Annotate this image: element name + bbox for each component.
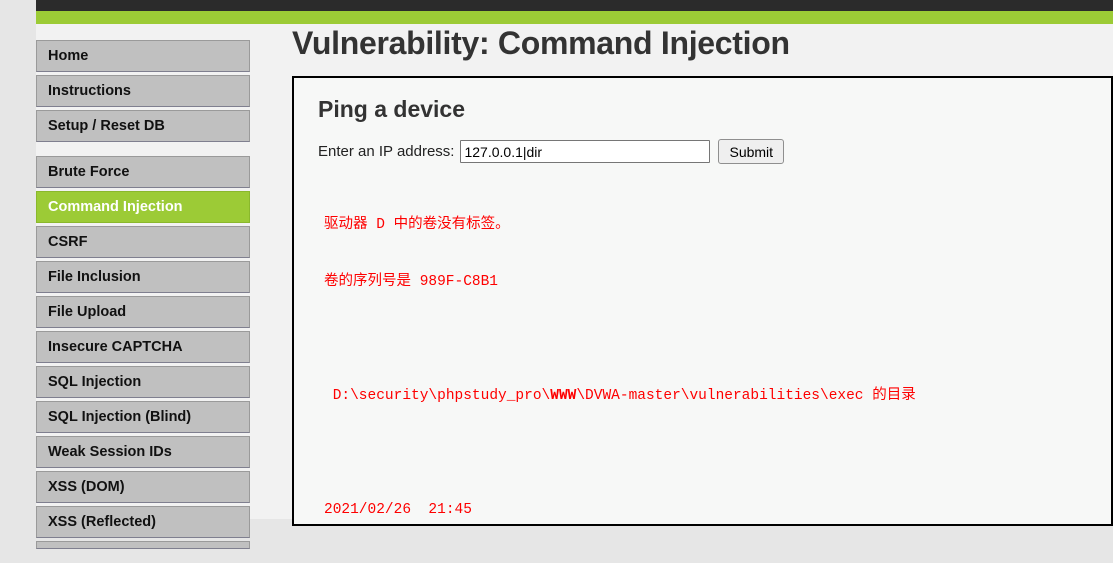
section-title: Ping a device <box>318 96 466 122</box>
path-www-segment: WWW <box>550 388 577 404</box>
sidebar-item-file-upload[interactable]: File Upload <box>36 296 250 328</box>
page-title: Vulnerability: Command Injection <box>292 25 790 61</box>
sidebar-item-partial[interactable] <box>36 541 250 549</box>
main-content: Vulnerability: Command Injection Ping a … <box>292 24 1113 526</box>
output-line-date-1: 2021/02/26 21:45 <box>324 502 472 518</box>
sidebar-item-xss-dom[interactable]: XSS (DOM) <box>36 471 250 503</box>
sidebar-item-weak-session-ids[interactable]: Weak Session IDs <box>36 436 250 468</box>
page-root: Home Instructions Setup / Reset DB Brute… <box>36 0 1113 549</box>
path-prefix: D:\security\phpstudy_pro\ <box>324 388 551 404</box>
sidebar-nav: Home Instructions Setup / Reset DB Brute… <box>36 40 250 563</box>
output-blank-2 <box>324 444 1089 463</box>
vulnerability-panel: Ping a device Enter an IP address: Submi… <box>292 76 1113 526</box>
sidebar-item-instructions[interactable]: Instructions <box>36 75 250 107</box>
sidebar-item-command-injection[interactable]: Command Injection <box>36 191 250 223</box>
sidebar-group-general: Home Instructions Setup / Reset DB <box>36 40 250 142</box>
submit-button[interactable]: Submit <box>718 139 785 164</box>
sidebar-item-brute-force[interactable]: Brute Force <box>36 156 250 188</box>
top-bar-green <box>36 11 1113 24</box>
sidebar-item-xss-reflected[interactable]: XSS (Reflected) <box>36 506 250 538</box>
ip-address-label: Enter an IP address: <box>318 143 455 160</box>
panel-inner: Ping a device Enter an IP address: Submi… <box>294 95 1111 524</box>
output-line-volume-label: 驱动器 D 中的卷没有标签。 <box>324 217 510 233</box>
top-bar-dark <box>36 0 1113 11</box>
sidebar-item-file-inclusion[interactable]: File Inclusion <box>36 261 250 293</box>
sidebar-item-csrf[interactable]: CSRF <box>36 226 250 258</box>
command-output: 驱动器 D 中的卷没有标签。 卷的序列号是 989F-C8B1 D:\secur… <box>324 178 1089 524</box>
sidebar-item-home[interactable]: Home <box>36 40 250 72</box>
output-line-directory-path: D:\security\phpstudy_pro\WWW\DVWA-master… <box>324 387 1089 406</box>
sidebar-item-sql-injection[interactable]: SQL Injection <box>36 366 250 398</box>
sidebar-item-insecure-captcha[interactable]: Insecure CAPTCHA <box>36 331 250 363</box>
sidebar-item-sql-injection-blind[interactable]: SQL Injection (Blind) <box>36 401 250 433</box>
output-blank-1 <box>324 330 1089 349</box>
sidebar-group-vulnerabilities: Brute Force Command Injection CSRF File … <box>36 156 250 549</box>
sidebar-item-setup-reset-db[interactable]: Setup / Reset DB <box>36 110 250 142</box>
ping-form: Enter an IP address: Submit <box>318 139 1089 164</box>
ip-address-input[interactable] <box>460 140 711 163</box>
output-line-serial: 卷的序列号是 989F-C8B1 <box>324 274 499 290</box>
path-suffix: \DVWA-master\vulnerabilities\exec 的目录 <box>576 388 916 404</box>
